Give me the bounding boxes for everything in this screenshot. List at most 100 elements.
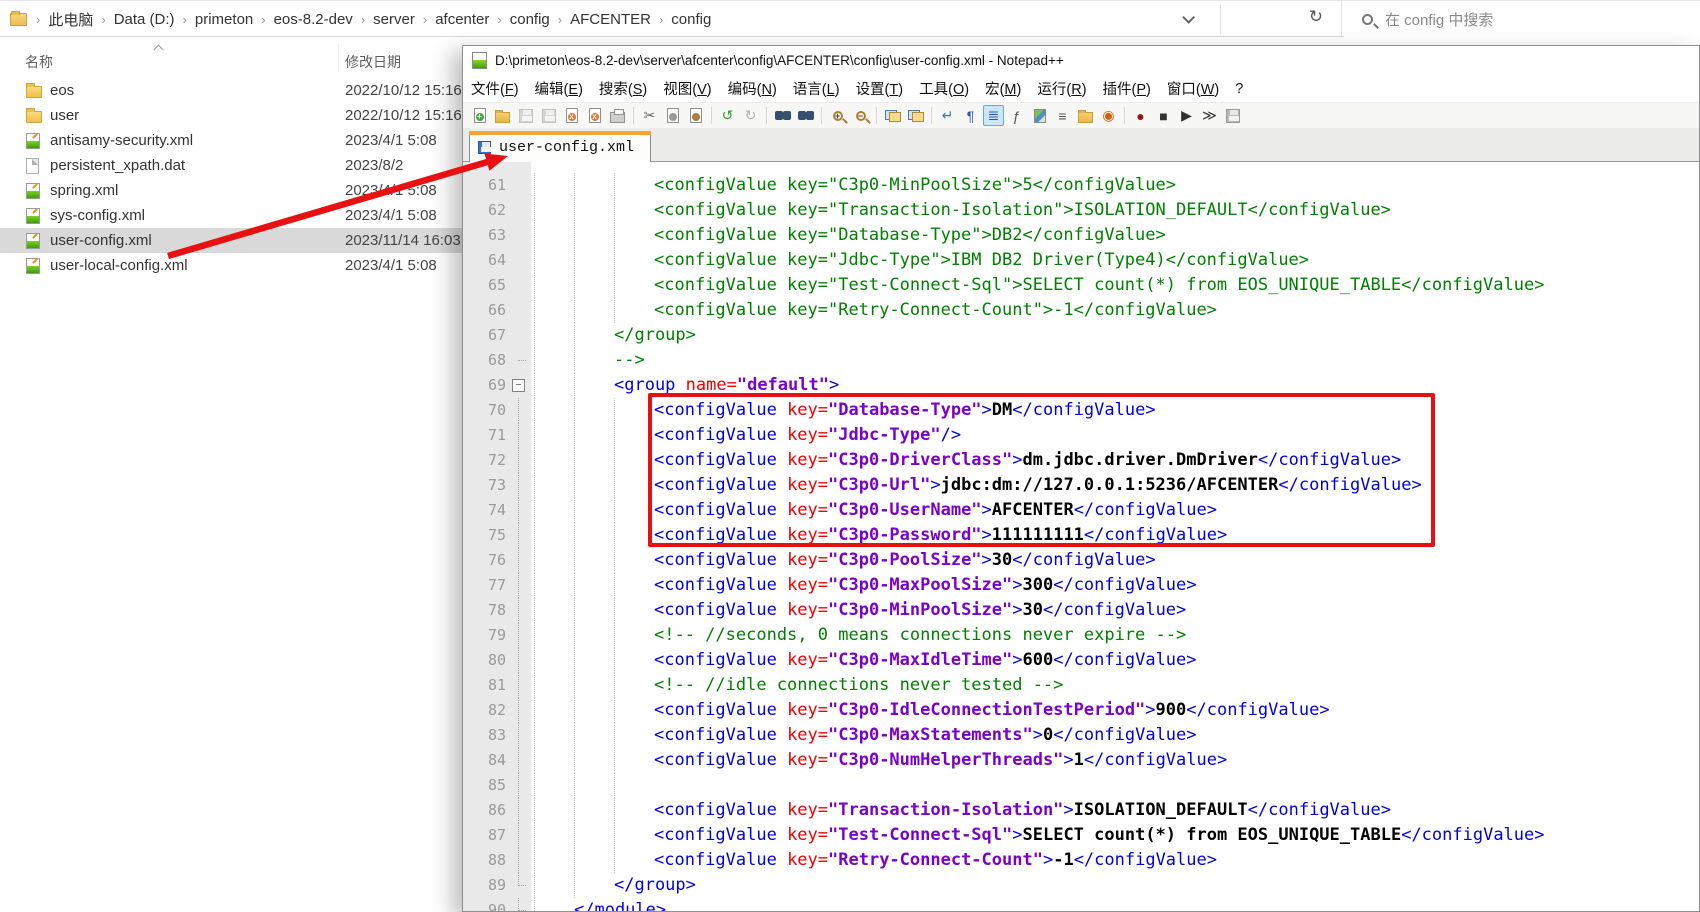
open-file-icon[interactable] xyxy=(492,105,513,126)
refresh-icon[interactable]: ↻ xyxy=(1309,7,1323,27)
replace-icon[interactable] xyxy=(795,105,816,126)
fold-margin[interactable] xyxy=(509,648,531,673)
close-icon[interactable]: x xyxy=(561,105,582,126)
code-line-89[interactable]: 89</group> xyxy=(463,873,1700,898)
code-line-84[interactable]: 84<configValue key="C3p0-NumHelperThread… xyxy=(463,748,1700,773)
word-wrap-icon[interactable]: ↵ xyxy=(937,105,958,126)
breadcrumb-item-server[interactable]: server xyxy=(366,7,422,32)
code-line-64[interactable]: 64<configValue key="Jdbc-Type">IBM DB2 D… xyxy=(463,248,1700,273)
code-line-67[interactable]: 67</group> xyxy=(463,323,1700,348)
fold-margin[interactable] xyxy=(509,548,531,573)
zoom-in-icon[interactable]: + xyxy=(827,105,848,126)
menu-t[interactable]: 设置(T) xyxy=(848,75,912,102)
menu-l[interactable]: 语言(L) xyxy=(785,75,848,102)
breadcrumb-item-config[interactable]: config xyxy=(664,7,718,32)
document-list-icon[interactable]: ≡ xyxy=(1052,105,1073,126)
code-line-73[interactable]: 73<configValue key="C3p0-Url">jdbc:dm://… xyxy=(463,473,1700,498)
macro-stop-icon[interactable]: ■ xyxy=(1153,105,1174,126)
fold-margin[interactable] xyxy=(509,673,531,698)
fold-margin[interactable] xyxy=(509,423,531,448)
menu-p[interactable]: 插件(P) xyxy=(1095,75,1159,102)
file-row-persistent_xpath.dat[interactable]: persistent_xpath.dat2023/8/2 xyxy=(0,153,462,178)
code-line-87[interactable]: 87<configValue key="Test-Connect-Sql">SE… xyxy=(463,823,1700,848)
fold-margin[interactable] xyxy=(509,573,531,598)
fold-margin[interactable] xyxy=(509,698,531,723)
folder-as-workspace-icon[interactable] xyxy=(1075,105,1096,126)
breadcrumb-item-primeton[interactable]: primeton xyxy=(188,7,260,32)
code-line-68[interactable]: 68--> xyxy=(463,348,1700,373)
file-row-sys-config.xml[interactable]: sys-config.xml2023/4/1 5:08 xyxy=(0,203,462,228)
macro-save-icon[interactable] xyxy=(1222,105,1243,126)
fold-margin[interactable] xyxy=(509,173,531,198)
notepad-title-bar[interactable]: D:\primeton\eos-8.2-dev\server\afcenter\… xyxy=(463,46,1699,75)
code-line-63[interactable]: 63<configValue key="Database-Type">DB2</… xyxy=(463,223,1700,248)
code-line-90[interactable]: 90</module> xyxy=(463,898,1700,912)
macro-record-icon[interactable]: ● xyxy=(1130,105,1151,126)
show-indent-guide-icon[interactable]: ≣ xyxy=(983,105,1004,126)
menu-f[interactable]: 文件(F) xyxy=(463,75,527,102)
menu-n[interactable]: 编码(N) xyxy=(720,75,785,102)
code-line-61[interactable]: 61<configValue key="C3p0-MinPoolSize">5<… xyxy=(463,173,1700,198)
column-header-name[interactable]: 名称 xyxy=(25,52,53,72)
code-line-70[interactable]: 70<configValue key="Database-Type">DM</c… xyxy=(463,398,1700,423)
fold-collapse-icon[interactable]: − xyxy=(512,379,525,392)
fold-margin[interactable] xyxy=(509,248,531,273)
menu-v[interactable]: 视图(V) xyxy=(655,75,719,102)
find-icon[interactable] xyxy=(772,105,793,126)
new-file-icon[interactable]: + xyxy=(469,105,490,126)
sync-horizontal-scrolling-icon[interactable] xyxy=(905,105,926,126)
search-box[interactable]: 在 config 中搜索 xyxy=(1344,1,1700,38)
fold-margin[interactable] xyxy=(509,823,531,848)
menu-o[interactable]: 工具(O) xyxy=(911,75,977,102)
file-row-eos[interactable]: eos2022/10/12 15:16 xyxy=(0,78,462,103)
fold-margin[interactable] xyxy=(509,723,531,748)
print-icon[interactable] xyxy=(607,105,628,126)
fold-margin[interactable] xyxy=(509,223,531,248)
code-line-65[interactable]: 65<configValue key="Test-Connect-Sql">SE… xyxy=(463,273,1700,298)
fold-margin[interactable] xyxy=(509,848,531,873)
save-all-icon[interactable] xyxy=(538,105,559,126)
file-row-user[interactable]: user2022/10/12 15:16 xyxy=(0,103,462,128)
column-header-date[interactable]: 修改日期 xyxy=(345,52,401,72)
function-list-icon[interactable]: ƒ xyxy=(1006,105,1027,126)
paste-icon[interactable] xyxy=(685,105,706,126)
code-line-72[interactable]: 72<configValue key="C3p0-DriverClass">dm… xyxy=(463,448,1700,473)
show-all-characters-icon[interactable]: ¶ xyxy=(960,105,981,126)
fold-margin[interactable] xyxy=(509,898,531,912)
code-line-62[interactable]: 62<configValue key="Transaction-Isolatio… xyxy=(463,198,1700,223)
code-line-85[interactable]: 85 xyxy=(463,773,1700,798)
file-row-antisamy-security.xml[interactable]: antisamy-security.xml2023/4/1 5:08 xyxy=(0,128,462,153)
fold-margin[interactable] xyxy=(509,273,531,298)
code-line-69[interactable]: 69−<group name="default"> xyxy=(463,373,1700,398)
code-line-77[interactable]: 77<configValue key="C3p0-MaxPoolSize">30… xyxy=(463,573,1700,598)
redo-icon[interactable]: ↻ xyxy=(740,105,761,126)
cut-icon[interactable]: ✂ xyxy=(639,105,660,126)
code-line-79[interactable]: 79<!-- //seconds, 0 means connections ne… xyxy=(463,623,1700,648)
code-line-78[interactable]: 78<configValue key="C3p0-MinPoolSize">30… xyxy=(463,598,1700,623)
code-line-71[interactable]: 71<configValue key="Jdbc-Type"/> xyxy=(463,423,1700,448)
fold-margin[interactable] xyxy=(509,523,531,548)
code-line-74[interactable]: 74<configValue key="C3p0-UserName">AFCEN… xyxy=(463,498,1700,523)
menu-m[interactable]: 宏(M) xyxy=(977,75,1029,102)
breadcrumb-item-afcenter[interactable]: AFCENTER xyxy=(563,7,658,32)
code-editor[interactable]: 61<configValue key="C3p0-MinPoolSize">5<… xyxy=(463,162,1700,912)
fold-margin[interactable] xyxy=(509,348,531,373)
fold-margin[interactable] xyxy=(509,798,531,823)
sync-vertical-scrolling-icon[interactable] xyxy=(882,105,903,126)
menu-s[interactable]: 搜索(S) xyxy=(591,75,655,102)
breadcrumb-item-[interactable]: 此电脑 xyxy=(41,5,100,34)
fold-margin[interactable] xyxy=(509,873,531,898)
fold-margin[interactable] xyxy=(509,323,531,348)
menu-e[interactable]: 编辑(E) xyxy=(527,75,591,102)
breadcrumb-item-datad[interactable]: Data (D:) xyxy=(107,7,182,32)
fold-margin[interactable] xyxy=(509,448,531,473)
fold-margin[interactable] xyxy=(509,623,531,648)
menu-w[interactable]: 窗口(W) xyxy=(1159,75,1227,102)
code-line-83[interactable]: 83<configValue key="C3p0-MaxStatements">… xyxy=(463,723,1700,748)
code-line-82[interactable]: 82<configValue key="C3p0-IdleConnectionT… xyxy=(463,698,1700,723)
close-all-icon[interactable]: x xyxy=(584,105,605,126)
column-separator[interactable] xyxy=(338,44,339,72)
fold-margin[interactable] xyxy=(509,773,531,798)
code-line-75[interactable]: 75<configValue key="C3p0-Password">11111… xyxy=(463,523,1700,548)
fold-margin[interactable] xyxy=(509,748,531,773)
